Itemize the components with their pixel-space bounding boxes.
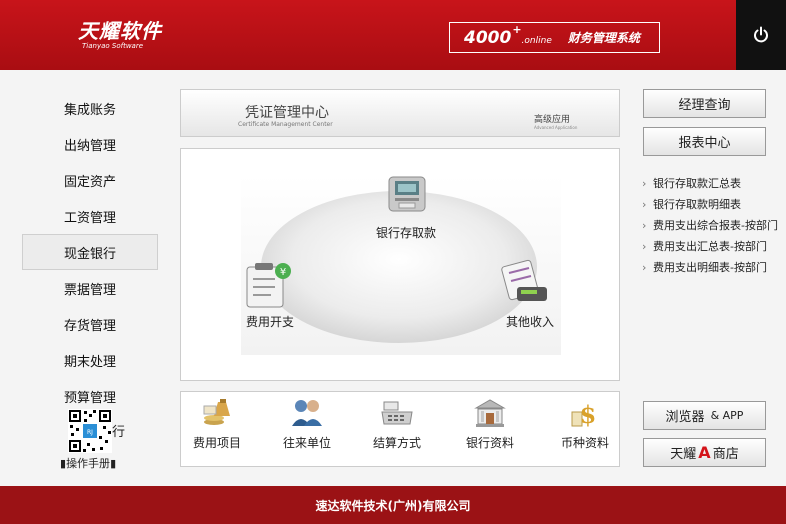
svg-text:RJ: RJ: [87, 429, 93, 436]
sidebar-item-label: 集成账务: [63, 102, 116, 118]
sidebar-item-label: 存货管理: [63, 318, 116, 334]
sidebar-item-fixed-assets[interactable]: 固定资产: [22, 162, 158, 198]
sidebar-item-cashier[interactable]: 出纳管理: [22, 126, 158, 162]
chevron-right-icon: ›: [642, 177, 647, 190]
tile-expense-items[interactable]: 费用项目: [182, 396, 252, 451]
report-link[interactable]: › 银行存取款汇总表: [642, 176, 782, 192]
report-link[interactable]: › 费用支出明细表-按部门: [642, 260, 782, 276]
cash-bank-flow-panel: ¥ 银行存取款 费用开支 其他收入: [180, 148, 620, 381]
report-link-label: 银行存取款汇总表: [653, 177, 741, 190]
report-link[interactable]: › 费用支出综合报表-按部门: [642, 218, 782, 234]
app-header: 天耀软件 Tianyao Software 4000 + .online 财务管…: [0, 0, 786, 70]
other-income-label[interactable]: 其他收入: [506, 313, 554, 330]
hotline-banner: 4000 + .online 财务管理系统: [449, 22, 660, 53]
sidebar-item-label: 票据管理: [63, 282, 116, 298]
report-link-label: 费用支出明细表-按部门: [653, 261, 767, 274]
bank-building-icon: [474, 399, 506, 427]
hotline-suffix: .online: [521, 35, 552, 46]
power-button[interactable]: [736, 0, 786, 70]
chevron-right-icon: ›: [642, 219, 647, 232]
svg-text:$: $: [580, 400, 597, 429]
power-icon: [754, 26, 768, 43]
browser-app-label: & APP: [710, 409, 744, 422]
chevron-right-icon: ›: [642, 198, 647, 211]
sidebar-item-inventory[interactable]: 存货管理: [22, 306, 158, 342]
sidebar-item-label: 工资管理: [63, 210, 116, 226]
voucher-center-subtitle: Certificate Management Center: [238, 121, 333, 128]
report-center-button[interactable]: 报表中心: [643, 127, 766, 156]
bank-deposit-label[interactable]: 银行存取款: [376, 224, 436, 241]
browser-label: 浏览器: [665, 410, 705, 425]
manual-label: 操作手册: [66, 457, 111, 470]
tile-label: 往来单位: [282, 436, 331, 450]
coins-bag-icon: [203, 399, 230, 425]
hotline-number: 4000: [464, 27, 512, 48]
advanced-app-subtitle: Advanced Application: [534, 125, 578, 130]
system-title: 财务管理系统: [567, 31, 640, 45]
sidebar-item-cash-bank[interactable]: 现金银行: [22, 234, 158, 270]
sidebar-item-label: 固定资产: [63, 174, 116, 190]
book-icon-end: ▮: [110, 457, 117, 470]
manager-query-button[interactable]: 经理查询: [643, 89, 766, 118]
sidebar-item-period-end[interactable]: 期末处理: [22, 342, 158, 378]
sidebar-item-payroll[interactable]: 工资管理: [22, 198, 158, 234]
sidebar-item-integrated-accounting[interactable]: 集成账务: [22, 90, 158, 126]
voucher-center-title[interactable]: 凭证管理中心: [245, 102, 329, 122]
tile-label: 银行资料: [465, 436, 514, 450]
dollar-icon: $: [571, 400, 597, 429]
tile-bank-info[interactable]: 银行资料: [455, 396, 525, 451]
report-links: › 银行存取款汇总表 › 银行存取款明细表 › 费用支出综合报表-按部门 › 费用支出汇…: [642, 176, 782, 281]
chevron-right-icon: ›: [642, 261, 647, 274]
manual-link[interactable]: ▮操作手册▮: [60, 455, 116, 471]
footer: 速达软件技术(广州)有限公司: [0, 486, 786, 524]
footer-company: 速达软件技术(广州)有限公司: [315, 498, 471, 513]
tile-currency[interactable]: $ 币种资料: [550, 396, 620, 451]
sidebar: 集成账务 出纳管理 固定资产 工资管理 现金银行 票据管理 存货管理 期末处理 …: [22, 90, 158, 414]
flow-ellipse: [261, 191, 537, 343]
report-link[interactable]: › 费用支出汇总表-按部门: [642, 239, 782, 255]
report-link-label: 银行存取款明细表: [653, 198, 741, 211]
logo-subtext: Tianyao Software: [82, 42, 144, 50]
store-logo-letter: A: [698, 443, 711, 462]
qr-side-text: 行: [112, 425, 126, 440]
tile-settlement-methods[interactable]: 结算方式: [362, 396, 432, 451]
advanced-app-link[interactable]: 高级应用: [534, 112, 570, 125]
sidebar-item-label: 期末处理: [63, 354, 116, 370]
report-link-label: 费用支出汇总表-按部门: [653, 240, 767, 253]
people-icon: [292, 400, 322, 426]
manager-query-label: 经理查询: [678, 98, 731, 113]
tile-label: 费用项目: [192, 436, 241, 450]
sidebar-item-label: 预算管理: [63, 390, 116, 406]
flow-diagram: ¥: [241, 175, 561, 355]
qr-code-icon: RJ: [68, 409, 112, 453]
report-link[interactable]: › 银行存取款明细表: [642, 197, 782, 213]
store-button[interactable]: 天耀 A 商店: [643, 438, 766, 467]
chevron-right-icon: ›: [642, 240, 647, 253]
basic-data-panel: 费用项目 往来单位 结算方式 银行资料 $ 币种资料: [180, 391, 620, 467]
store-prefix: 天耀: [670, 447, 697, 462]
logo: 天耀软件 Tianyao Software: [78, 20, 162, 50]
report-link-label: 费用支出综合报表-按部门: [653, 219, 778, 232]
sidebar-item-bills[interactable]: 票据管理: [22, 270, 158, 306]
store-suffix: 商店: [712, 447, 739, 462]
logo-text: 天耀软件: [78, 19, 162, 43]
sidebar-item-label: 出纳管理: [63, 138, 116, 154]
sidebar-item-label: 现金银行: [63, 246, 116, 262]
cash-register-icon: [381, 401, 413, 425]
svg-text:¥: ¥: [280, 267, 286, 278]
tile-partners[interactable]: 往来单位: [272, 396, 342, 451]
tile-label: 结算方式: [372, 436, 421, 450]
hotline-plus: +: [512, 23, 522, 36]
report-center-label: 报表中心: [678, 136, 731, 151]
tile-label: 币种资料: [560, 436, 609, 450]
expense-label[interactable]: 费用开支: [246, 313, 294, 330]
voucher-center-header: 凭证管理中心 Certificate Management Center 高级应…: [180, 89, 620, 137]
browser-app-button[interactable]: 浏览器 & APP: [643, 401, 766, 430]
atm-icon[interactable]: [388, 176, 426, 212]
